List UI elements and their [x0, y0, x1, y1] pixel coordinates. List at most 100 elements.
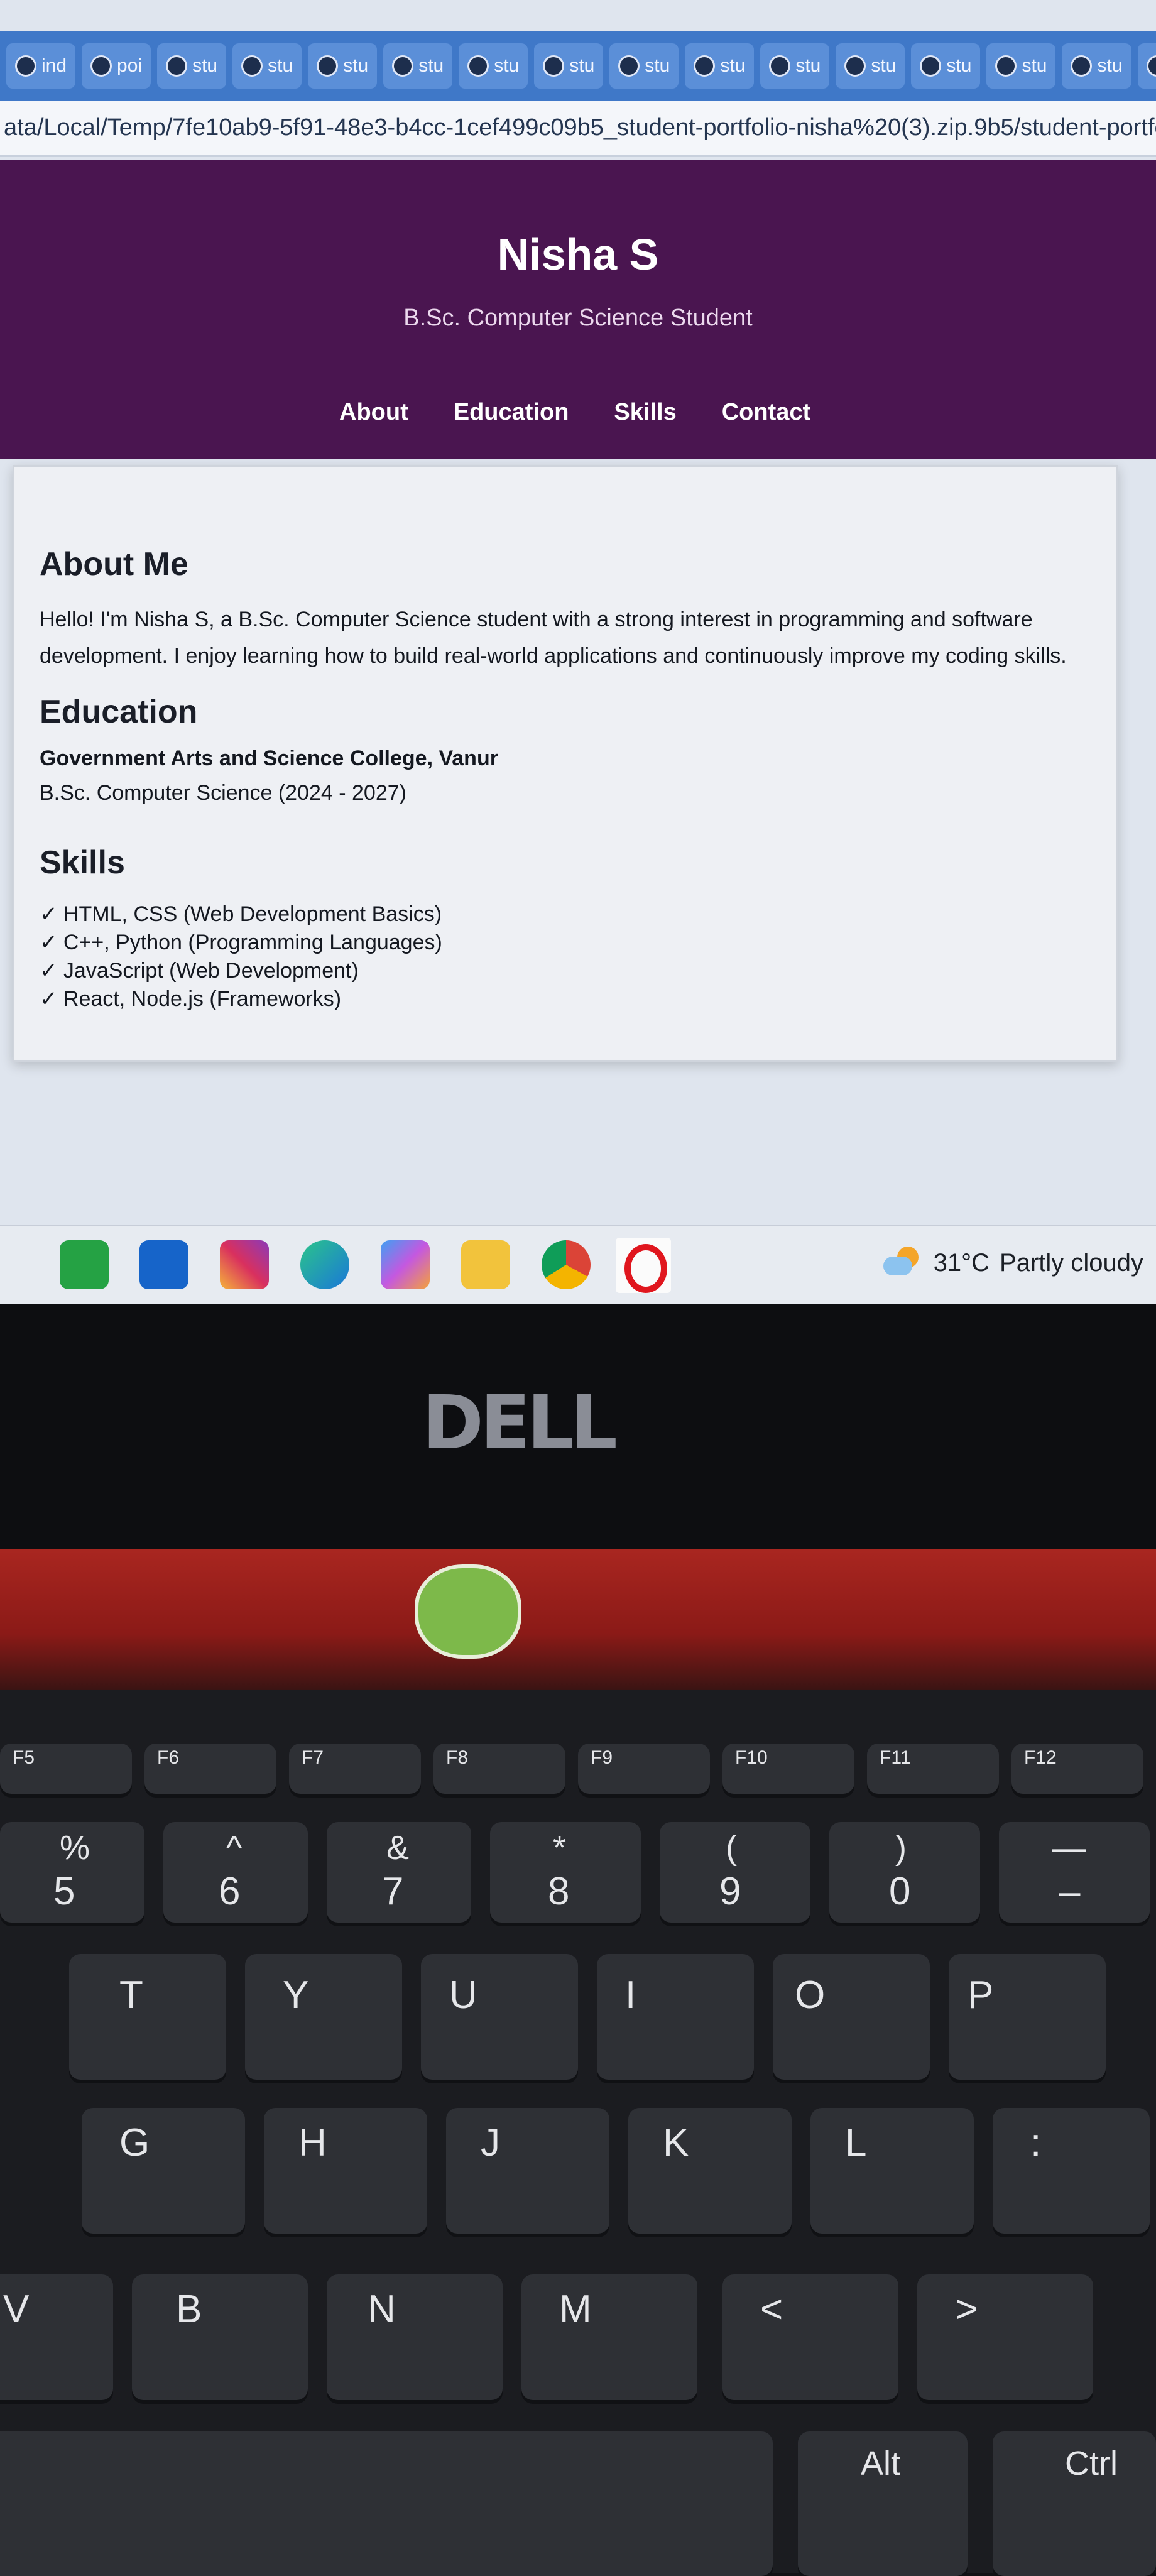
browser-tab-label: stu [1097, 55, 1122, 77]
key-label: < [760, 2287, 783, 2332]
key-g[interactable]: G [82, 2108, 245, 2234]
key-label: : [1030, 2120, 1041, 2165]
browser-tab[interactable]: stu [383, 43, 452, 89]
key-label: M [559, 2287, 592, 2332]
key-alt[interactable]: Alt [798, 2431, 968, 2576]
browser-tab[interactable]: stu [685, 43, 754, 89]
key-v[interactable]: V [0, 2274, 113, 2400]
browser-tab[interactable]: stu [534, 43, 603, 89]
site-title: Nisha S [0, 229, 1156, 280]
copilot-icon[interactable] [381, 1240, 430, 1289]
whatsapp-icon[interactable] [60, 1240, 109, 1289]
browser-tab[interactable]: stu [1062, 43, 1131, 89]
browser-tab[interactable]: stu [232, 43, 302, 89]
browser-tab[interactable]: stu [760, 43, 829, 89]
key-m[interactable]: M [521, 2274, 697, 2400]
outlook-icon[interactable] [139, 1240, 188, 1289]
browser-tab[interactable]: stu [308, 43, 377, 89]
nav-link-about[interactable]: About [339, 399, 408, 426]
partly-cloudy-icon [882, 1245, 924, 1280]
file-explorer-icon[interactable] [461, 1240, 510, 1289]
key-period[interactable]: > [917, 2274, 1093, 2400]
key-n[interactable]: N [327, 2274, 503, 2400]
browser-tab-label: stu [1022, 55, 1047, 77]
address-bar[interactable]: ata/Local/Temp/7fe10ab9-5f91-48e3-b4cc-1… [0, 101, 1156, 157]
key-label: H [298, 2120, 327, 2165]
key-f10[interactable]: F10 [722, 1744, 854, 1794]
browser-tab[interactable]: stu [1138, 43, 1156, 89]
key-t[interactable]: T [69, 1954, 226, 2080]
key-label: U [449, 1973, 477, 2017]
key-9[interactable]: (9 [660, 1822, 810, 1923]
browser-tab-strip: indpoistustustustustustustustustustustus… [0, 31, 1156, 101]
browser-tab[interactable]: ind [6, 43, 75, 89]
browser-tab[interactable]: stu [609, 43, 679, 89]
key-f11[interactable]: F11 [867, 1744, 999, 1794]
browser-tab[interactable]: poi [82, 43, 151, 89]
browser-tab-label: ind [41, 55, 67, 77]
key-comma[interactable]: < [722, 2274, 898, 2400]
key-f12[interactable]: F12 [1012, 1744, 1143, 1794]
globe-icon [467, 55, 489, 77]
key-0[interactable]: )0 [829, 1822, 980, 1923]
key-8[interactable]: *8 [490, 1822, 641, 1923]
key-label: Ctrl [1065, 2444, 1118, 2483]
key-spacebar[interactable] [0, 2431, 773, 2576]
key-j[interactable]: J [446, 2108, 609, 2234]
browser-tab-label: stu [569, 55, 594, 77]
edge-icon[interactable] [300, 1240, 349, 1289]
url-text[interactable]: ata/Local/Temp/7fe10ab9-5f91-48e3-b4cc-1… [4, 114, 1156, 141]
skill-item: ✓ JavaScript (Web Development) [40, 957, 442, 985]
key-k[interactable]: K [628, 2108, 792, 2234]
weather-temperature: 31°C [934, 1249, 990, 1277]
skill-item: ✓ HTML, CSS (Web Development Basics) [40, 900, 442, 929]
key-u[interactable]: U [421, 1954, 578, 2080]
nav-link-contact[interactable]: Contact [722, 399, 810, 426]
key-b[interactable]: B [132, 2274, 308, 2400]
chrome-icon[interactable] [542, 1240, 591, 1289]
key-minus[interactable]: —– [999, 1822, 1150, 1923]
key-f7[interactable]: F7 [289, 1744, 421, 1794]
site-header: Nisha S B.Sc. Computer Science Student A… [0, 160, 1156, 459]
key-f9[interactable]: F9 [578, 1744, 710, 1794]
key-label: – [1059, 1869, 1080, 1914]
key-f8[interactable]: F8 [434, 1744, 565, 1794]
key-semicolon[interactable]: : [993, 2108, 1150, 2234]
browser-tab[interactable]: stu [836, 43, 905, 89]
key-label: 5 [53, 1869, 75, 1914]
browser-tab-label: stu [645, 55, 670, 77]
browser-tab[interactable]: stu [986, 43, 1055, 89]
key-h[interactable]: H [264, 2108, 427, 2234]
key-label: K [663, 2120, 689, 2165]
browser-tab-label: stu [268, 55, 293, 77]
key-y[interactable]: Y [245, 1954, 402, 2080]
laptop-screen: indpoistustustustustustustustustustustus… [0, 0, 1156, 1304]
weather-widget[interactable]: 31°C Partly cloudy [882, 1245, 1143, 1280]
key-label: ^ [226, 1828, 242, 1867]
key-ctrl[interactable]: Ctrl [993, 2431, 1156, 2576]
key-label: F5 [13, 1747, 35, 1769]
key-o[interactable]: O [773, 1954, 930, 2080]
browser-tab-label: stu [418, 55, 444, 77]
key-7[interactable]: &7 [327, 1822, 471, 1923]
browser-tab[interactable]: stu [459, 43, 528, 89]
key-p[interactable]: P [949, 1954, 1106, 2080]
instagram-icon[interactable] [220, 1240, 269, 1289]
key-f5[interactable]: F5 [0, 1744, 132, 1794]
key-label: Y [283, 1973, 308, 2017]
browser-tab[interactable]: stu [157, 43, 226, 89]
key-label: J [481, 2120, 500, 2165]
globe-icon [618, 55, 640, 77]
cartoon-sticker [415, 1564, 521, 1659]
browser-tab[interactable]: stu [911, 43, 980, 89]
key-l[interactable]: L [810, 2108, 974, 2234]
key-i[interactable]: I [597, 1954, 754, 2080]
nav-link-education[interactable]: Education [454, 399, 569, 426]
key-label: > [955, 2287, 978, 2332]
key-label: B [176, 2287, 202, 2332]
opera-icon[interactable] [616, 1238, 671, 1293]
key-f6[interactable]: F6 [144, 1744, 276, 1794]
key-6[interactable]: ^6 [163, 1822, 308, 1923]
nav-link-skills[interactable]: Skills [614, 399, 676, 426]
key-5[interactable]: %5 [0, 1822, 144, 1923]
